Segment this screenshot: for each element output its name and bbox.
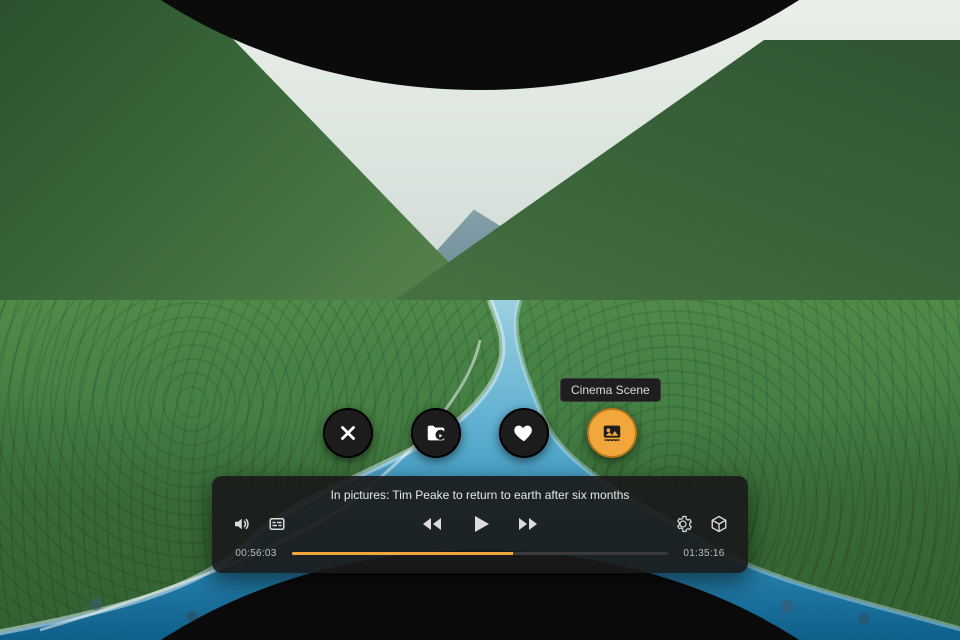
- elapsed-time: 00:56:03: [230, 548, 282, 559]
- controls-row: [230, 510, 730, 538]
- progress-row: 00:56:03 01:35:16: [230, 548, 730, 559]
- forward-icon: [516, 512, 540, 536]
- heart-icon: [513, 422, 535, 444]
- scene-tooltip: Cinema Scene: [560, 378, 661, 402]
- media-library-button[interactable]: [411, 408, 461, 458]
- video-title: In pictures: Tim Peake to return to eart…: [230, 488, 730, 502]
- total-duration: 01:35:16: [678, 548, 730, 559]
- subtitles-icon: [268, 515, 286, 533]
- volume-icon: [232, 515, 250, 533]
- rewind-icon: [420, 512, 444, 536]
- subtitles-button[interactable]: [266, 513, 288, 535]
- vr-player-stage: Cinema Scene In pictures: Tim Peake to r…: [0, 0, 960, 640]
- close-button[interactable]: [323, 408, 373, 458]
- close-icon: [337, 422, 359, 444]
- folder-play-icon: [425, 422, 447, 444]
- volume-button[interactable]: [230, 513, 252, 535]
- scene-image-icon: [601, 422, 623, 444]
- forward-button[interactable]: [514, 510, 542, 538]
- seek-bar-fill: [292, 552, 513, 555]
- player-bar: In pictures: Tim Peake to return to eart…: [212, 476, 748, 573]
- hud-button-row: [0, 408, 960, 458]
- transport-controls: [418, 510, 542, 538]
- gear-icon: [674, 515, 692, 533]
- vr-mode-button[interactable]: [708, 513, 730, 535]
- cube-icon: [710, 515, 728, 533]
- play-icon: [468, 512, 492, 536]
- settings-button[interactable]: [672, 513, 694, 535]
- favorite-button[interactable]: [499, 408, 549, 458]
- cinema-scene-button[interactable]: [587, 408, 637, 458]
- play-button[interactable]: [466, 510, 494, 538]
- seek-bar[interactable]: [292, 552, 668, 555]
- rewind-button[interactable]: [418, 510, 446, 538]
